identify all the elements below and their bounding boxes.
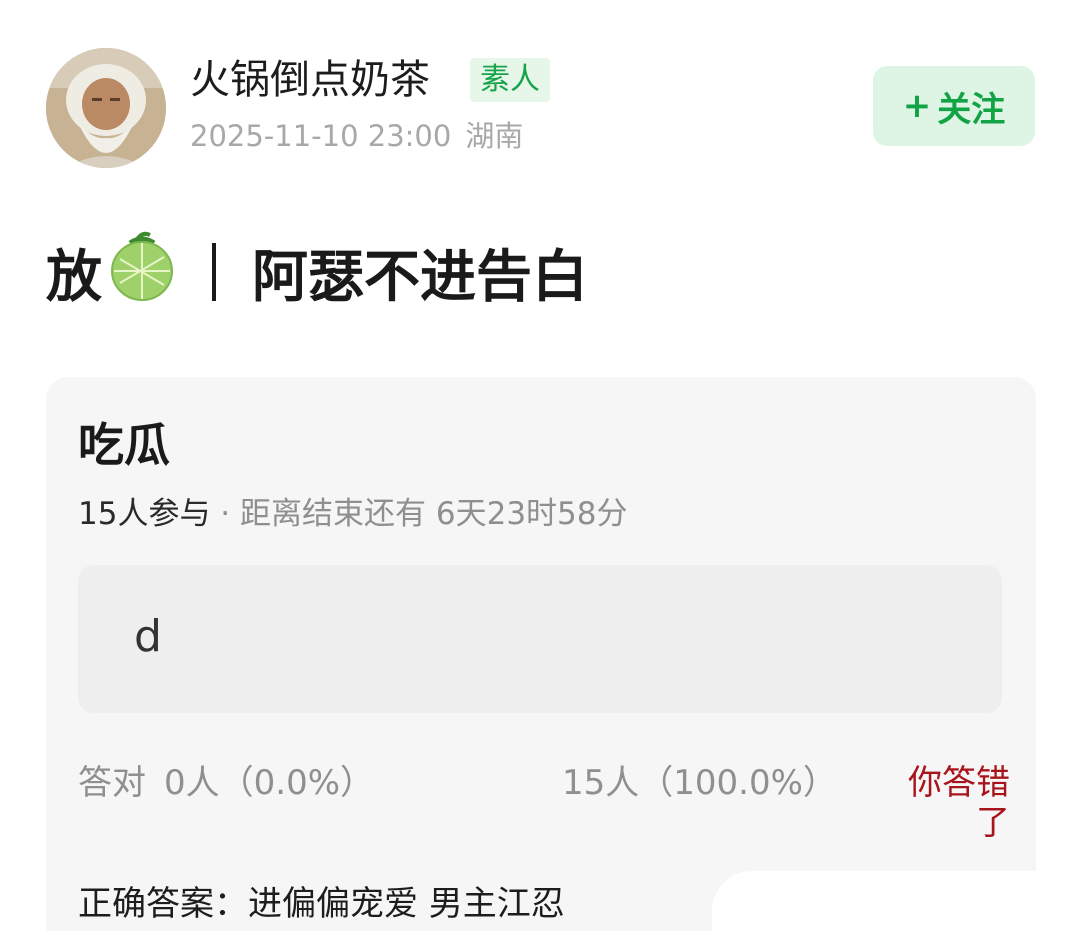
user-type-badge: 素人 [470, 58, 550, 102]
melon-icon [110, 229, 174, 315]
title-divider [212, 243, 216, 301]
meta-separator: · [210, 496, 241, 532]
post-location: 湖南 [465, 119, 524, 153]
answer-option-text: d [134, 611, 162, 662]
countdown: 距离结束还有 6天23时58分 [240, 496, 628, 532]
post-meta: 2025-11-10 23:00 湖南 [190, 116, 523, 156]
title-prefix: 放 [46, 244, 102, 310]
quiz-meta: 15人参与 · 距离结束还有 6天23时58分 [78, 493, 627, 535]
follow-label: 关注 [937, 89, 1006, 130]
correct-answer: 正确答案：进偏偏宠爱 男主江忍 [78, 884, 565, 924]
avatar[interactable] [46, 48, 166, 168]
post-title: 放 阿瑟不进告白 [46, 229, 588, 315]
quiz-title: 吃瓜 [78, 418, 170, 472]
wrong-answer-notice: 你答错了 [908, 763, 1010, 843]
correct-stat-value: 0人（0.0%） [164, 763, 375, 803]
post-date: 2025-11-10 23:00 [190, 119, 452, 153]
correct-stat: 答对 0人（0.0%） [78, 760, 374, 806]
correct-stat-label: 答对 [78, 763, 146, 803]
participant-count: 15人参与 [78, 496, 211, 532]
username[interactable]: 火锅倒点奶茶 [190, 54, 430, 106]
overlay-patch [712, 871, 1042, 931]
quiz-card: 吃瓜 15人参与 · 距离结束还有 6天23时58分 d 答对 0人（0.0%） … [46, 377, 1042, 931]
follow-button[interactable]: + 关注 [873, 66, 1035, 146]
option-stat: 15人（100.0%） [562, 763, 837, 803]
title-main: 阿瑟不进告白 [252, 244, 588, 310]
plus-icon: + [902, 86, 932, 126]
post-page: 火锅倒点奶茶 素人 2025-11-10 23:00 湖南 + 关注 放 阿瑟不进… [0, 0, 1080, 931]
answer-option[interactable]: d [78, 565, 1002, 713]
